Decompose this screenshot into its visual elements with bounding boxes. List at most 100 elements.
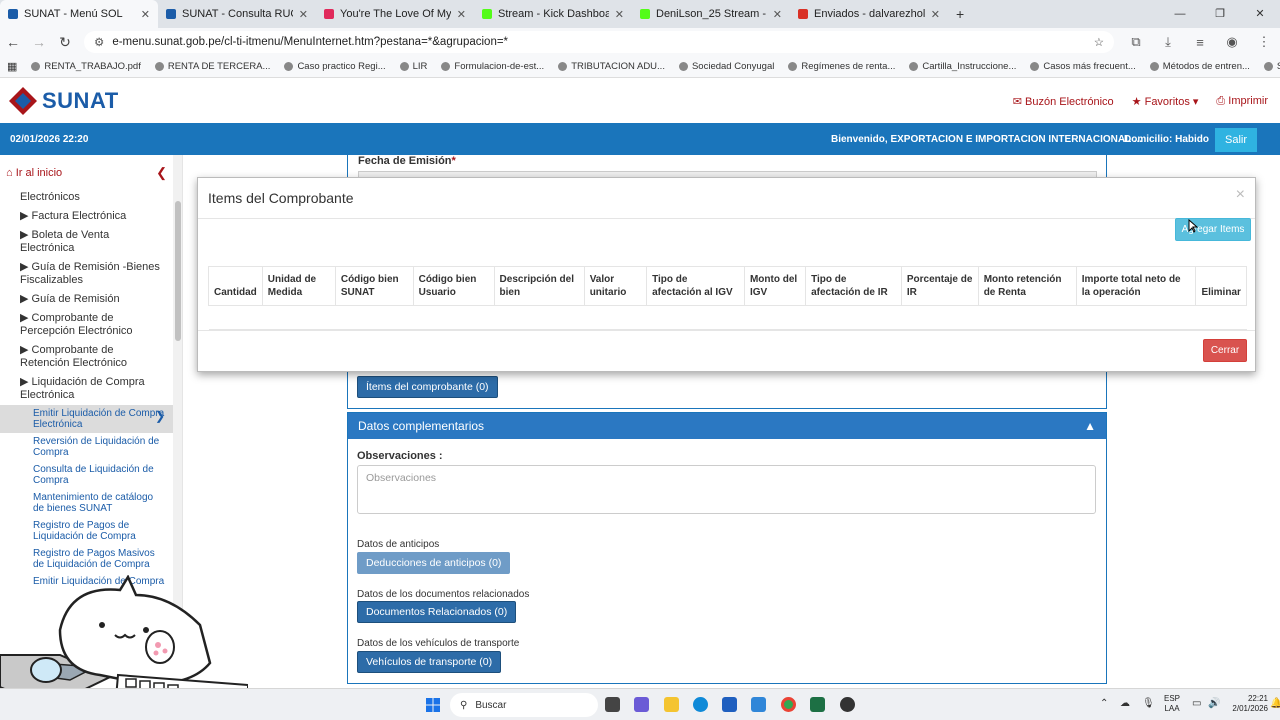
sidebar-subitem[interactable]: Reversión de Liquidación de Compra xyxy=(0,433,173,461)
agregar-items-button[interactable]: Agregar Items xyxy=(1175,218,1251,241)
bookmark-item[interactable]: TRIBUTACION ADU... xyxy=(551,61,672,72)
browser-tab[interactable]: You're The Love Of My Life ✕ xyxy=(316,0,474,28)
restore-icon[interactable]: ❐ xyxy=(1200,0,1240,28)
file-explorer-icon[interactable] xyxy=(664,697,679,712)
tab-close-icon[interactable]: ✕ xyxy=(773,8,782,21)
salir-button[interactable]: Salir xyxy=(1215,128,1257,152)
chrome-icon[interactable] xyxy=(781,697,796,712)
tab-close-icon[interactable]: ✕ xyxy=(931,8,940,21)
items-comprobante-button[interactable]: Ítems del comprobante (0) xyxy=(357,376,498,398)
new-tab-icon[interactable]: + xyxy=(948,0,972,28)
tab-close-icon[interactable]: ✕ xyxy=(457,8,466,21)
bookmark-item[interactable]: Métodos de entren... xyxy=(1143,61,1257,72)
bookmark-item[interactable]: Casos más frecuent... xyxy=(1023,61,1142,72)
volume-icon[interactable]: 🔊 xyxy=(1208,698,1220,709)
minimize-icon[interactable]: — xyxy=(1160,0,1200,28)
sidebar-item[interactable]: ▶ Guía de Remisión xyxy=(0,290,173,309)
profile-icon[interactable]: ◉ xyxy=(1216,34,1248,50)
notification-icon[interactable]: 🔔 xyxy=(1270,698,1280,709)
imprimir-link[interactable]: ⎙ Imprimir xyxy=(1216,95,1268,108)
menu-icon[interactable]: ⋮ xyxy=(1248,34,1280,50)
deducciones-anticipos-button[interactable]: Deducciones de anticipos (0) xyxy=(357,552,511,574)
store-icon[interactable] xyxy=(722,697,737,712)
sidebar-item[interactable]: ▶ Comprobante de Percepción Electrónico xyxy=(0,309,173,341)
bookmark-label: TRIBUTACION ADU... xyxy=(571,61,665,72)
tray-chevron-icon[interactable]: ⌃ xyxy=(1100,698,1108,709)
back-icon[interactable]: ← xyxy=(0,34,26,50)
browser-tab[interactable]: DeniLson_25 Stream - Watch Li ✕ xyxy=(632,0,790,28)
url-text: e-menu.sunat.gob.pe/cl-ti-itmenu/MenuInt… xyxy=(112,36,509,48)
tab-close-icon[interactable]: ✕ xyxy=(299,8,308,21)
column-header: Monto retención de Renta xyxy=(977,266,1077,306)
modal-close-icon[interactable]: × xyxy=(1236,186,1245,204)
url-input[interactable]: ⚙ e-menu.sunat.gob.pe/cl-ti-itmenu/MenuI… xyxy=(84,31,1114,53)
outlook-icon[interactable] xyxy=(751,697,766,712)
tab-close-icon[interactable]: ✕ xyxy=(615,8,624,21)
reading-list-icon[interactable]: ≡ xyxy=(1184,35,1216,50)
datos-complementarios-header[interactable]: Datos complementarios ▲ xyxy=(348,413,1106,439)
bookmark-item[interactable]: Regímenes de renta... xyxy=(781,61,902,72)
browser-tab[interactable]: Enviados - dalvarezholguin.25@ ✕ xyxy=(790,0,948,28)
bookmark-item[interactable]: RENTA DE TERCERA... xyxy=(148,61,278,72)
browser-tab[interactable]: SUNAT - Menú SOL ✕ xyxy=(0,0,158,28)
bookmark-item[interactable]: Caso practico Regi... xyxy=(277,61,392,72)
site-info-icon[interactable]: ⚙ xyxy=(94,35,104,49)
tab-close-icon[interactable]: ✕ xyxy=(141,8,150,21)
sidebar-item[interactable]: ▶ Comprobante de Retención Electrónico xyxy=(0,341,173,373)
sidebar-item[interactable]: ▶ Liquidación de Compra Electrónica xyxy=(0,373,173,405)
favoritos-link[interactable]: ★ Favoritos ▾ xyxy=(1132,95,1199,108)
widgets-icon[interactable] xyxy=(634,697,649,712)
sidebar-subitem[interactable]: Registro de Pagos de Liquidación de Comp… xyxy=(0,517,173,545)
cloud-icon[interactable]: ☁ xyxy=(1120,698,1130,709)
edge-icon[interactable] xyxy=(693,697,708,712)
sidebar-item[interactable]: ▶ Boleta de Venta Electrónica xyxy=(0,226,173,258)
bookmark-item[interactable]: Cartilla_Instruccione... xyxy=(902,61,1023,72)
browser-tab[interactable]: Stream - Kick Dashboard ✕ xyxy=(474,0,632,28)
bookmark-favicon-icon xyxy=(1263,62,1273,71)
taskbar-clock[interactable]: 22:21 2/01/2026 xyxy=(1226,694,1268,714)
tab-title: DeniLson_25 Stream - Watch Li xyxy=(656,8,767,20)
sidebar-subitem[interactable]: Consulta de Liquidación de Compra xyxy=(0,461,173,489)
bookmark-item[interactable]: LIR xyxy=(393,61,435,72)
sidebar-home-row: ⌂ Ir al inicio ❮ xyxy=(0,155,173,191)
extensions-icon[interactable]: ⧉ xyxy=(1120,34,1152,50)
lang-secondary: LAA xyxy=(1164,704,1180,713)
chevron-up-icon[interactable]: ▲ xyxy=(1084,419,1096,433)
language-indicator[interactable]: ESP LAA xyxy=(1164,694,1180,714)
home-link[interactable]: ⌂ Ir al inicio xyxy=(6,167,62,179)
sidebar-subitem-label: Consulta de Liquidación de Compra xyxy=(33,464,154,486)
sidebar-subitem[interactable]: Registro de Pagos Masivos de Liquidación… xyxy=(0,545,173,573)
reload-icon[interactable]: ↻ xyxy=(52,34,78,51)
observaciones-textarea[interactable]: Observaciones xyxy=(357,465,1096,514)
tab-favicon-icon xyxy=(324,9,334,19)
forward-icon[interactable]: → xyxy=(26,34,52,50)
bookmark-item[interactable]: RENTA_TRABAJO.pdf xyxy=(24,61,147,72)
network-icon[interactable]: ▭ xyxy=(1192,698,1201,709)
browser-tab[interactable]: SUNAT - Consulta RUC ✕ xyxy=(158,0,316,28)
sidebar-item[interactable]: ▶ Factura Electrónica xyxy=(0,207,173,226)
sidebar-subitem[interactable]: Emitir Liquidación de Compra Electrónica… xyxy=(0,405,173,433)
obs-icon[interactable] xyxy=(840,697,855,712)
bookmark-item[interactable]: SUNAT xyxy=(1257,61,1280,72)
cerrar-button[interactable]: Cerrar xyxy=(1203,339,1247,362)
scrollbar-thumb[interactable] xyxy=(175,201,181,341)
windows-start-icon[interactable] xyxy=(426,698,440,712)
excel-icon[interactable] xyxy=(810,697,825,712)
bookmark-item[interactable]: Sociedad Conyugal xyxy=(672,61,781,72)
download-icon[interactable]: ⤓ xyxy=(1152,34,1184,50)
collapse-sidebar-icon[interactable]: ❮ xyxy=(156,165,167,181)
sunat-logo[interactable]: SUNAT xyxy=(8,86,119,116)
taskbar-search[interactable]: ⚲ Buscar xyxy=(450,693,598,717)
bookmark-star-icon[interactable]: ☆ xyxy=(1094,35,1104,49)
task-view-icon[interactable] xyxy=(605,697,620,712)
buzon-link[interactable]: ✉ Buzón Electrónico xyxy=(1013,95,1114,108)
apps-icon[interactable]: ▦ xyxy=(0,60,24,73)
sidebar-subitem[interactable]: Mantenimiento de catálogo de bienes SUNA… xyxy=(0,489,173,517)
documentos-relacionados-button[interactable]: Documentos Relacionados (0) xyxy=(357,601,517,623)
welcome-text: Bienvenido, EXPORTACION E IMPORTACION IN… xyxy=(831,134,1143,145)
bookmark-item[interactable]: Formulacion-de-est... xyxy=(434,61,551,72)
sidebar-item[interactable]: ▶ Guía de Remisión -Bienes Fiscalizables xyxy=(0,258,173,290)
close-window-icon[interactable]: ✕ xyxy=(1240,0,1280,28)
mic-icon[interactable]: 🎙 xyxy=(1142,698,1155,709)
vehiculos-transporte-button[interactable]: Vehículos de transporte (0) xyxy=(357,651,502,673)
